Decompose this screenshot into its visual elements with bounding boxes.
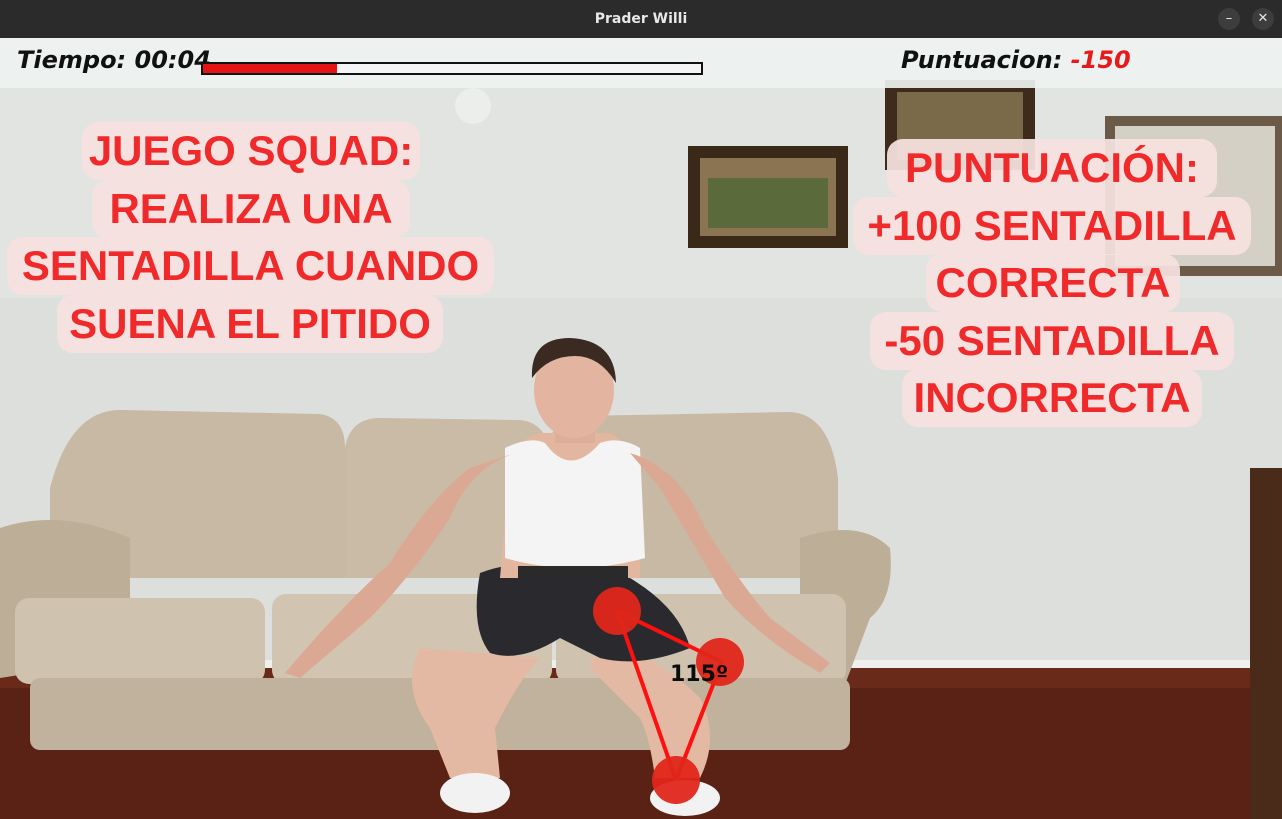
instructions-left-line: JUEGO SQUAD: bbox=[82, 122, 420, 180]
timer: Tiempo: 00:04 bbox=[17, 46, 211, 74]
time-progress-fill bbox=[203, 64, 338, 73]
timer-label: Tiempo: bbox=[17, 46, 127, 74]
minimize-button[interactable]: – bbox=[1218, 8, 1240, 30]
instructions-right-line: -50 SENTADILLA bbox=[870, 312, 1234, 370]
close-icon: ✕ bbox=[1257, 11, 1269, 26]
minimize-icon: – bbox=[1225, 11, 1233, 26]
time-progress-bar bbox=[201, 62, 703, 75]
hud-bar: Tiempo: 00:04 Puntuacion: -150 bbox=[0, 38, 1282, 88]
camera-feed: Tiempo: 00:04 Puntuacion: -150 JUEGO SQU… bbox=[0, 38, 1282, 819]
timer-value: 00:04 bbox=[134, 46, 211, 74]
score-value: -150 bbox=[1070, 46, 1131, 74]
title-bar: Prader Willi – ✕ bbox=[0, 0, 1282, 39]
instructions-right-line: +100 SENTADILLA bbox=[853, 197, 1251, 255]
instructions-left-line: REALIZA UNA bbox=[92, 180, 410, 238]
app-window: Prader Willi – ✕ Tiempo: 00:04 Puntuacio… bbox=[0, 0, 1282, 819]
close-button[interactable]: ✕ bbox=[1252, 8, 1274, 30]
instructions-right-line: INCORRECTA bbox=[902, 369, 1202, 427]
knee-angle-label: 115º bbox=[670, 662, 729, 687]
score: Puntuacion: -150 bbox=[901, 46, 1131, 74]
instructions-right-line: PUNTUACIÓN: bbox=[887, 139, 1217, 197]
instructions-left-line: SUENA EL PITIDO bbox=[57, 295, 443, 353]
score-label: Puntuacion: bbox=[901, 46, 1063, 74]
window-title: Prader Willi bbox=[594, 11, 688, 27]
instructions-left-line: SENTADILLA CUANDO bbox=[7, 237, 494, 295]
instructions-right-line: CORRECTA bbox=[926, 254, 1180, 312]
